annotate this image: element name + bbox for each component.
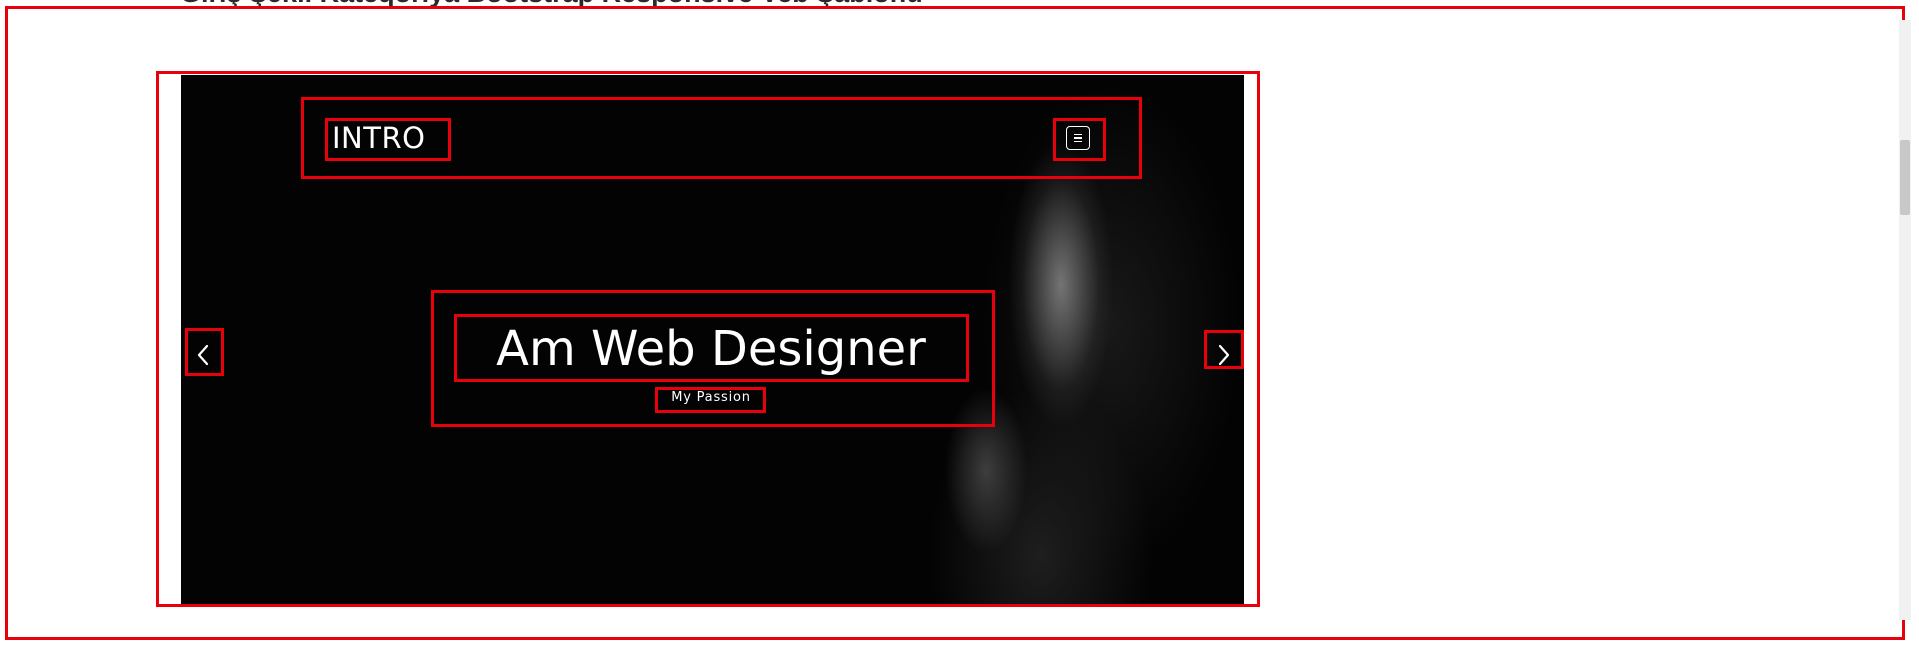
scrollbar-track[interactable]	[1899, 20, 1911, 620]
hero-title: Am Web Designer	[496, 321, 926, 377]
nav-brand-logo[interactable]: INTRO	[332, 121, 425, 155]
scrollbar-thumb[interactable]	[1900, 140, 1910, 215]
hamburger-icon[interactable]	[1066, 126, 1090, 150]
hero-tagline: My Passion	[671, 390, 751, 405]
carousel-next-button[interactable]	[1209, 335, 1239, 375]
chevron-right-icon	[1218, 344, 1230, 366]
carousel-prev-button[interactable]	[188, 335, 218, 375]
chevron-left-icon	[197, 344, 209, 366]
